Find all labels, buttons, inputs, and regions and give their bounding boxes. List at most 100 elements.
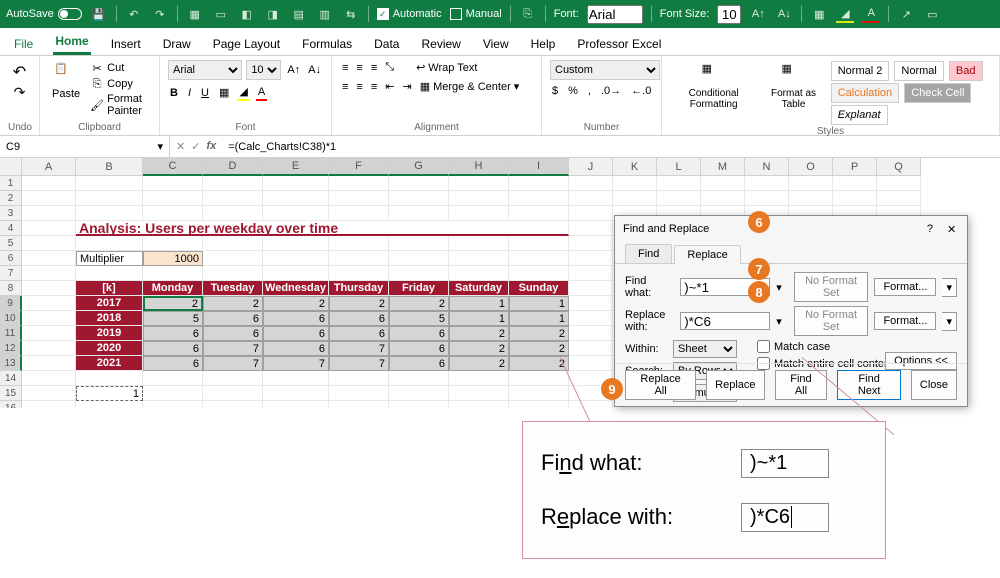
cell[interactable] <box>389 266 449 281</box>
cell[interactable]: 2 <box>389 296 449 311</box>
italic-button[interactable]: I <box>186 84 193 101</box>
cell[interactable]: 1 <box>509 311 569 326</box>
cell[interactable]: 1 <box>449 296 509 311</box>
cell[interactable] <box>203 371 263 386</box>
cell[interactable]: 1000 <box>143 251 203 266</box>
cell[interactable] <box>509 266 569 281</box>
cell[interactable] <box>509 371 569 386</box>
cell[interactable] <box>203 401 263 408</box>
cell[interactable] <box>569 281 613 296</box>
chevron-down-icon[interactable]: ▾ <box>776 315 782 328</box>
bold-button[interactable]: B <box>168 84 180 101</box>
cell[interactable]: 7 <box>203 341 263 356</box>
copy-button[interactable]: ⎘Copy <box>88 76 151 92</box>
format-button[interactable]: Format... <box>874 278 936 296</box>
cell[interactable]: 6 <box>389 326 449 341</box>
cell[interactable] <box>203 236 263 251</box>
close-button[interactable]: Close <box>911 370 957 400</box>
cell[interactable] <box>509 176 569 191</box>
cell[interactable] <box>389 386 449 401</box>
qat-icon[interactable]: ▥ <box>316 5 334 23</box>
tab-data[interactable]: Data <box>372 33 401 55</box>
cell[interactable] <box>22 371 76 386</box>
cell[interactable] <box>509 206 569 221</box>
cell[interactable] <box>143 386 203 401</box>
cell[interactable] <box>143 401 203 408</box>
style-bad[interactable]: Bad <box>949 61 983 81</box>
borders-icon[interactable]: ▦ <box>810 5 828 23</box>
font-color-button[interactable]: A <box>256 84 267 101</box>
font-size-select[interactable]: 10 <box>246 60 281 80</box>
cell[interactable]: 2 <box>143 296 203 311</box>
cell[interactable] <box>329 176 389 191</box>
column-header[interactable]: H <box>449 158 509 176</box>
cell[interactable] <box>263 401 329 408</box>
align-middle-button[interactable]: ≡ <box>354 60 364 75</box>
cell[interactable] <box>22 236 76 251</box>
cell[interactable]: Sunday <box>509 281 569 296</box>
cell[interactable]: Saturday <box>449 281 509 296</box>
within-select[interactable]: Sheet <box>673 340 737 358</box>
row-header[interactable]: 6 <box>0 251 22 266</box>
cell[interactable] <box>449 191 509 206</box>
format-painter-button[interactable]: 🖌Format Painter <box>88 92 151 118</box>
column-header[interactable]: K <box>613 158 657 176</box>
number-format-select[interactable]: Custom <box>550 60 660 80</box>
cell[interactable] <box>22 281 76 296</box>
cell[interactable] <box>569 191 613 206</box>
cell[interactable] <box>877 191 921 206</box>
decrease-indent-button[interactable]: ⇤ <box>383 79 396 94</box>
cell[interactable] <box>389 191 449 206</box>
column-header[interactable]: M <box>701 158 745 176</box>
cell[interactable] <box>509 251 569 266</box>
cell[interactable] <box>789 176 833 191</box>
qat-icon[interactable]: ◨ <box>264 5 282 23</box>
cell[interactable] <box>22 251 76 266</box>
cell[interactable] <box>509 236 569 251</box>
close-icon[interactable]: ✕ <box>947 223 959 235</box>
cell[interactable]: Thursday <box>329 281 389 296</box>
cell[interactable] <box>76 266 143 281</box>
replace-all-button[interactable]: Replace All <box>625 370 696 400</box>
orientation-button[interactable]: ⤡ <box>383 60 396 75</box>
cell[interactable] <box>22 206 76 221</box>
row-header[interactable]: 16 <box>0 401 22 408</box>
cell[interactable] <box>389 251 449 266</box>
row-header[interactable]: 2 <box>0 191 22 206</box>
format-dropdown[interactable]: ▾ <box>942 312 957 331</box>
cell[interactable] <box>509 191 569 206</box>
cell[interactable] <box>22 266 76 281</box>
qat-icon[interactable]: ▦ <box>186 5 204 23</box>
name-box[interactable]: C9▾ <box>0 136 170 157</box>
no-format-button[interactable]: No Format Set <box>794 306 869 336</box>
cell[interactable] <box>877 176 921 191</box>
borders-button[interactable]: ▦ <box>217 84 231 101</box>
cell[interactable] <box>143 176 203 191</box>
tab-review[interactable]: Review <box>419 33 462 55</box>
cell[interactable]: 2 <box>449 356 509 371</box>
cell[interactable] <box>329 236 389 251</box>
qat-icon[interactable]: ▭ <box>923 5 941 23</box>
row-header[interactable]: 7 <box>0 266 22 281</box>
cell[interactable] <box>263 191 329 206</box>
select-all-corner[interactable] <box>0 158 22 176</box>
cell[interactable] <box>389 236 449 251</box>
cell[interactable]: 6 <box>263 326 329 341</box>
column-header[interactable]: F <box>329 158 389 176</box>
decrease-decimal-button[interactable]: ←.0 <box>629 84 653 98</box>
cell[interactable] <box>569 356 613 371</box>
tab-replace[interactable]: Replace <box>674 245 740 264</box>
cell[interactable] <box>263 266 329 281</box>
column-header[interactable]: D <box>203 158 263 176</box>
tab-formulas[interactable]: Formulas <box>300 33 354 55</box>
cell[interactable]: Analysis: Users per weekday over time <box>76 221 569 236</box>
cell[interactable] <box>569 251 613 266</box>
cell[interactable]: 6 <box>389 356 449 371</box>
paste-button[interactable]: 📋 Paste <box>48 60 84 102</box>
cell[interactable]: 2021 <box>76 356 143 371</box>
cell[interactable]: 5 <box>143 311 203 326</box>
cell[interactable] <box>389 401 449 408</box>
cell[interactable] <box>263 386 329 401</box>
cell[interactable] <box>263 251 329 266</box>
autosave-toggle[interactable]: AutoSave <box>6 8 82 20</box>
